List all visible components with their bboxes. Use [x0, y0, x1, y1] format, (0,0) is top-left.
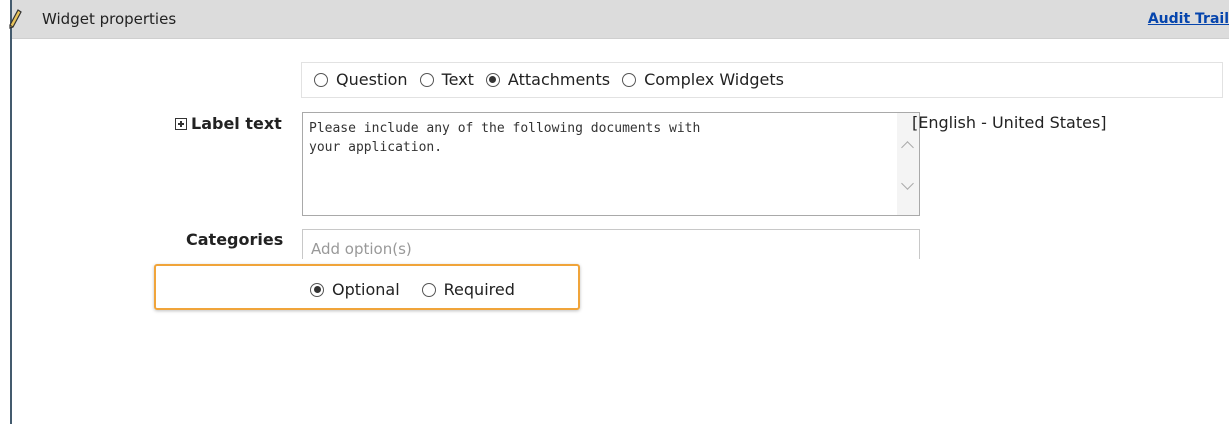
radio-text[interactable]	[419, 72, 434, 87]
radio-question-label: Question	[336, 70, 408, 89]
label-text-value: Please include any of the following docu…	[309, 121, 701, 155]
radio-attachments-label: Attachments	[507, 70, 611, 89]
language-label: [English - United States]	[912, 113, 1107, 132]
scroll-up-icon[interactable]	[901, 141, 914, 154]
radio-complex-widgets-label: Complex Widgets	[644, 70, 785, 89]
expand-plus-icon[interactable]	[175, 118, 187, 130]
label-text-textarea[interactable]: Please include any of the following docu…	[302, 112, 920, 216]
pencil-icon	[9, 9, 22, 29]
radio-question[interactable]	[314, 72, 328, 87]
label-text-label: Label text	[191, 114, 282, 133]
panel-header: Widget properties Audit Trail	[9, 0, 1229, 39]
radio-optional-label: Optional	[332, 280, 400, 299]
radio-optional[interactable]	[310, 282, 324, 297]
panel-title: Widget properties	[42, 10, 177, 28]
categories-input[interactable]: Add option(s)	[302, 229, 920, 259]
audit-trail-link[interactable]: Audit Trail	[1148, 11, 1229, 27]
radio-required[interactable]	[421, 282, 436, 297]
scroll-down-icon[interactable]	[901, 177, 914, 190]
categories-label: Categories	[186, 230, 284, 249]
radio-attachments[interactable]	[485, 72, 500, 87]
radio-text-label: Text	[441, 70, 474, 89]
requirement-highlight-box: Optional Required	[154, 264, 580, 310]
widget-type-selector: Question Text Attachments Complex Widget…	[301, 62, 1223, 98]
widget-properties-panel: Widget properties Audit Trail Question T…	[9, 0, 1229, 424]
radio-complex-widgets[interactable]	[622, 72, 637, 87]
categories-placeholder: Add option(s)	[311, 240, 412, 258]
radio-required-label: Required	[443, 280, 515, 299]
